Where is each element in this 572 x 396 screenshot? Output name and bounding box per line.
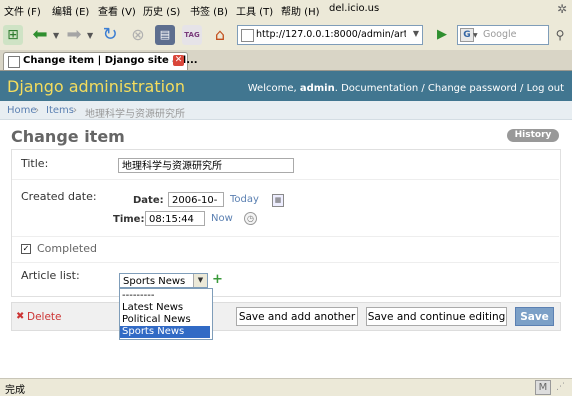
time-label: Time:	[113, 214, 145, 225]
delete-link[interactable]: Delete	[27, 311, 62, 323]
resize-grip-icon[interactable]: ⋰	[556, 382, 565, 392]
save-continue-button[interactable]: Save and continue editing	[366, 307, 507, 326]
clock-icon[interactable]: ◷	[244, 212, 257, 225]
search-bar[interactable]: G ▼ Google	[457, 25, 549, 45]
created-date-label: Created date:	[21, 190, 97, 203]
calendar-icon[interactable]: ▦	[272, 194, 284, 207]
url-text: http://127.0.0.1:8000/admin/article/ite	[256, 29, 406, 40]
extension-icon[interactable]: M	[535, 380, 551, 395]
menu-delicious[interactable]: del.icio.us	[329, 3, 379, 14]
engine-dropdown-icon[interactable]: ▼	[473, 32, 478, 39]
stop-icon[interactable]: ⊗	[128, 25, 148, 45]
welcome-text: Welcome,	[247, 83, 300, 94]
history-button[interactable]: History	[507, 129, 559, 142]
row-divider	[12, 236, 559, 237]
article-list-label: Article list:	[21, 269, 80, 282]
title-label: Title:	[21, 157, 49, 170]
forward-arrow-icon[interactable]: ➡	[64, 25, 84, 45]
dropdown-option[interactable]: ---------	[122, 290, 210, 302]
breadcrumb-home[interactable]: Home	[7, 105, 37, 116]
logout-link[interactable]: / Log out	[517, 83, 564, 94]
new-tab-icon[interactable]: ⊞	[3, 25, 23, 45]
date-label: Date:	[133, 195, 164, 206]
article-selected: Sports News	[123, 276, 186, 287]
menu-edit[interactable]: 编辑 (E)	[52, 3, 89, 18]
completed-checkbox[interactable]: ✓	[21, 244, 31, 254]
reload-icon[interactable]: ↻	[100, 25, 120, 45]
menu-history[interactable]: 历史 (S)	[143, 3, 180, 18]
date-input[interactable]: 2006-10-31	[168, 192, 224, 221]
browser-menubar: 文件 (F) 编辑 (E) 查看 (V) 历史 (S) 书签 (B) 工具 (T…	[0, 0, 572, 21]
tab-page-icon	[8, 56, 20, 68]
url-dropdown-icon[interactable]: ▼	[413, 29, 419, 38]
page-icon	[241, 29, 254, 42]
search-placeholder: Google	[483, 29, 517, 40]
dropdown-option[interactable]: Latest News	[122, 302, 210, 314]
row-divider	[12, 179, 559, 180]
page-title: Change item	[11, 127, 125, 146]
dropdown-option-selected[interactable]: Sports News	[120, 326, 210, 338]
menu-help[interactable]: 帮助 (H)	[281, 3, 320, 18]
menu-file[interactable]: 文件 (F)	[4, 3, 41, 18]
browser-tab[interactable]: Change item | Django site ad... ✕	[3, 52, 198, 70]
change-password-link[interactable]: / Change password	[418, 83, 517, 94]
add-article-icon[interactable]: +	[212, 272, 223, 287]
throbber-icon: ✲	[557, 2, 568, 16]
delete-icon[interactable]: ✖	[16, 311, 24, 322]
back-arrow-icon[interactable]: ⬅	[30, 25, 50, 45]
breadcrumb-separator: ›	[35, 105, 39, 116]
row-divider	[12, 262, 559, 263]
status-bar: 完成 M ⋰	[0, 378, 572, 396]
article-dropdown-list: --------- Latest News Political News Spo…	[119, 288, 213, 340]
browser-toolbar: ⊞ ⬅ ▼ ➡ ▼ ↻ ⊗ ▤ TAG ⌂ http://127.0.0.1:8…	[0, 20, 572, 51]
today-link[interactable]: Today	[230, 194, 259, 205]
forward-dropdown-icon[interactable]: ▼	[87, 31, 93, 40]
menu-view[interactable]: 查看 (V)	[98, 3, 136, 18]
username: admin	[299, 83, 335, 94]
documentation-link[interactable]: . Documentation	[335, 83, 418, 94]
google-icon: G	[460, 28, 474, 42]
menu-tools[interactable]: 工具 (T)	[236, 3, 273, 18]
dropdown-option[interactable]: Political News	[122, 314, 210, 326]
home-icon[interactable]: ⌂	[210, 25, 230, 45]
menu-bookmarks[interactable]: 书签 (B)	[190, 3, 228, 18]
select-dropdown-icon[interactable]: ▼	[193, 274, 207, 287]
status-text: 完成	[5, 385, 25, 396]
completed-label: Completed	[37, 242, 97, 255]
search-go-icon[interactable]: ⚲	[550, 25, 570, 45]
now-link[interactable]: Now	[211, 213, 233, 224]
go-icon[interactable]: ▶	[432, 25, 452, 45]
back-dropdown-icon[interactable]: ▼	[53, 31, 59, 40]
screenshot-icon[interactable]: ▤	[155, 25, 175, 45]
breadcrumb-items[interactable]: Items	[46, 105, 74, 116]
breadcrumb-separator: ›	[73, 105, 77, 116]
save-add-another-button[interactable]: Save and add another	[236, 307, 358, 326]
site-branding: Django administration	[7, 77, 185, 96]
tag-icon[interactable]: TAG	[182, 25, 202, 45]
time-input[interactable]: 08:15:44	[145, 211, 205, 226]
breadcrumb-current: 地理科学与资源研究所	[85, 109, 185, 120]
article-select[interactable]: Sports News ▼	[119, 273, 208, 288]
url-bar[interactable]: http://127.0.0.1:8000/admin/article/ite …	[237, 25, 423, 45]
save-button[interactable]: Save	[515, 307, 554, 326]
user-tools: Welcome, admin. Documentation / Change p…	[248, 83, 564, 94]
title-input[interactable]: 地理科学与资源研究所	[118, 158, 294, 173]
tab-close-icon[interactable]: ✕	[173, 55, 184, 66]
tab-title: Change item | Django site ad...	[23, 55, 198, 66]
